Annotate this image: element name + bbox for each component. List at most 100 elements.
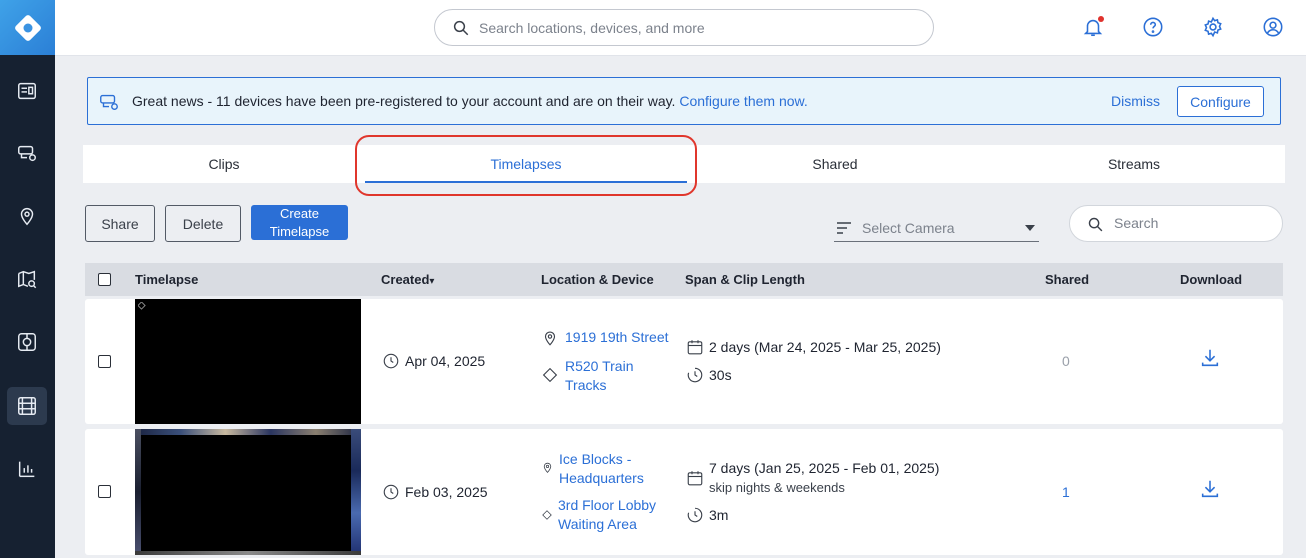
row-checkbox[interactable] [98, 355, 111, 368]
device-name-line2: Tracks [565, 377, 607, 393]
span-text: 2 days (Mar 24, 2025 - Mar 25, 2025) [709, 339, 941, 355]
device-diamond-icon [541, 366, 559, 389]
col-shared: Shared [1045, 272, 1090, 287]
timelapse-thumbnail[interactable] [135, 429, 361, 555]
notifications-button[interactable] [1080, 14, 1106, 40]
sidebar [0, 0, 55, 558]
nav-cameras[interactable] [7, 134, 47, 172]
nav-access[interactable] [7, 323, 47, 361]
chevron-down-icon [1025, 225, 1035, 231]
highlight-annotation [355, 135, 697, 196]
col-created-label: Created [381, 272, 430, 287]
device-diamond-icon [541, 508, 553, 526]
tab-streams[interactable]: Streams [983, 145, 1285, 183]
device-panel-icon [18, 82, 36, 100]
banner-message: Great news - 11 devices have been pre-re… [132, 93, 808, 109]
span-text: 7 days (Jan 25, 2025 - Feb 01, 2025) [709, 460, 940, 476]
configure-button[interactable]: Configure [1177, 86, 1264, 117]
col-timelapse: Timelapse [135, 272, 199, 287]
clock-icon [382, 352, 400, 375]
share-button[interactable]: Share [85, 205, 155, 242]
col-location-device: Location & Device [541, 272, 654, 287]
clip-length: 30s [709, 367, 732, 383]
user-avatar-icon [1263, 17, 1283, 37]
timelapse-search[interactable] [1069, 205, 1283, 242]
timelapse-search-input[interactable] [1114, 215, 1264, 231]
banner-message-text: Great news - 11 devices have been pre-re… [132, 93, 676, 109]
bar-chart-icon [18, 461, 35, 478]
location-link[interactable]: 1919 19th Street [565, 329, 669, 345]
account-button[interactable] [1260, 14, 1286, 40]
col-download: Download [1180, 272, 1243, 287]
access-panel-icon [18, 333, 36, 351]
shared-count[interactable]: 0 [1062, 353, 1070, 369]
global-search[interactable] [434, 9, 934, 46]
calendar-icon [686, 338, 704, 361]
location-link[interactable]: Ice Blocks - Headquarters [559, 450, 644, 488]
app-logo[interactable] [0, 0, 55, 55]
location-pin-icon [541, 461, 554, 479]
help-icon [1143, 17, 1163, 37]
timer-icon [686, 366, 704, 389]
nav-map[interactable] [7, 260, 47, 298]
shared-count[interactable]: 1 [1062, 484, 1070, 500]
nav-locations[interactable] [7, 197, 47, 235]
nav-analytics[interactable] [7, 450, 47, 488]
top-header [55, 0, 1306, 56]
device-link[interactable]: R520 Train Tracks [565, 357, 633, 395]
create-timelapse-label-1: Create [279, 205, 319, 221]
col-created[interactable]: Created▾ [381, 272, 434, 287]
search-icon [1088, 217, 1103, 232]
device-link[interactable]: 3rd Floor Lobby Waiting Area [558, 496, 656, 534]
help-button[interactable] [1140, 14, 1166, 40]
nav-archives[interactable] [7, 387, 47, 425]
create-timelapse-button[interactable]: Create Timelapse [251, 205, 348, 240]
location-name-line2: Headquarters [559, 470, 644, 486]
tab-clips[interactable]: Clips [83, 145, 365, 183]
tab-shared[interactable]: Shared [687, 145, 983, 183]
location-pin-icon [20, 208, 34, 226]
clock-icon [382, 483, 400, 506]
configure-now-link[interactable]: Configure them now. [679, 93, 807, 109]
select-camera-label: Select Camera [862, 220, 955, 236]
col-span: Span & Clip Length [685, 272, 805, 287]
search-icon [453, 20, 469, 36]
camera-icon [18, 145, 36, 162]
notification-dot [1098, 16, 1104, 22]
device-name-line2: Waiting Area [558, 516, 637, 532]
film-icon [18, 397, 36, 415]
thumbnail-marker-icon [138, 302, 146, 310]
device-name-line1: R520 Train [565, 358, 634, 374]
nav-devices[interactable] [7, 72, 47, 110]
logo-diamond-icon [14, 14, 41, 41]
timelapse-thumbnail[interactable] [135, 299, 361, 424]
select-all-checkbox[interactable] [98, 273, 111, 286]
timer-icon [686, 506, 704, 529]
create-timelapse-label-2: Timelapse [269, 223, 330, 239]
calendar-icon [686, 469, 704, 492]
clip-length: 3m [709, 507, 729, 523]
settings-button[interactable] [1200, 14, 1226, 40]
span-note: skip nights & weekends [709, 480, 845, 495]
sort-desc-icon: ▾ [429, 276, 435, 287]
map-search-icon [18, 270, 37, 289]
table-row[interactable]: Apr 04, 2025 1919 19th Street R520 Train… [85, 299, 1283, 424]
device-name-line1: 3rd Floor Lobby [558, 497, 657, 513]
download-icon[interactable] [1199, 478, 1221, 505]
location-name-line1: Ice Blocks - [559, 451, 632, 467]
created-date: Feb 03, 2025 [405, 484, 488, 500]
filter-icon [837, 222, 851, 234]
dismiss-button[interactable]: Dismiss [1111, 93, 1160, 109]
table-row[interactable]: Feb 03, 2025 Ice Blocks - Headquarters 3… [85, 429, 1283, 555]
select-camera-dropdown[interactable]: Select Camera [834, 214, 1039, 242]
global-search-input[interactable] [479, 18, 919, 38]
gear-icon [1204, 16, 1222, 38]
row-checkbox[interactable] [98, 485, 111, 498]
preregistered-banner: Great news - 11 devices have been pre-re… [87, 77, 1281, 125]
delete-button[interactable]: Delete [165, 205, 241, 242]
download-icon[interactable] [1199, 347, 1221, 374]
location-pin-icon [541, 329, 559, 352]
table-header: Timelapse Created▾ Location & Device Spa… [85, 263, 1283, 296]
created-date: Apr 04, 2025 [405, 353, 486, 369]
device-register-icon [98, 91, 120, 113]
